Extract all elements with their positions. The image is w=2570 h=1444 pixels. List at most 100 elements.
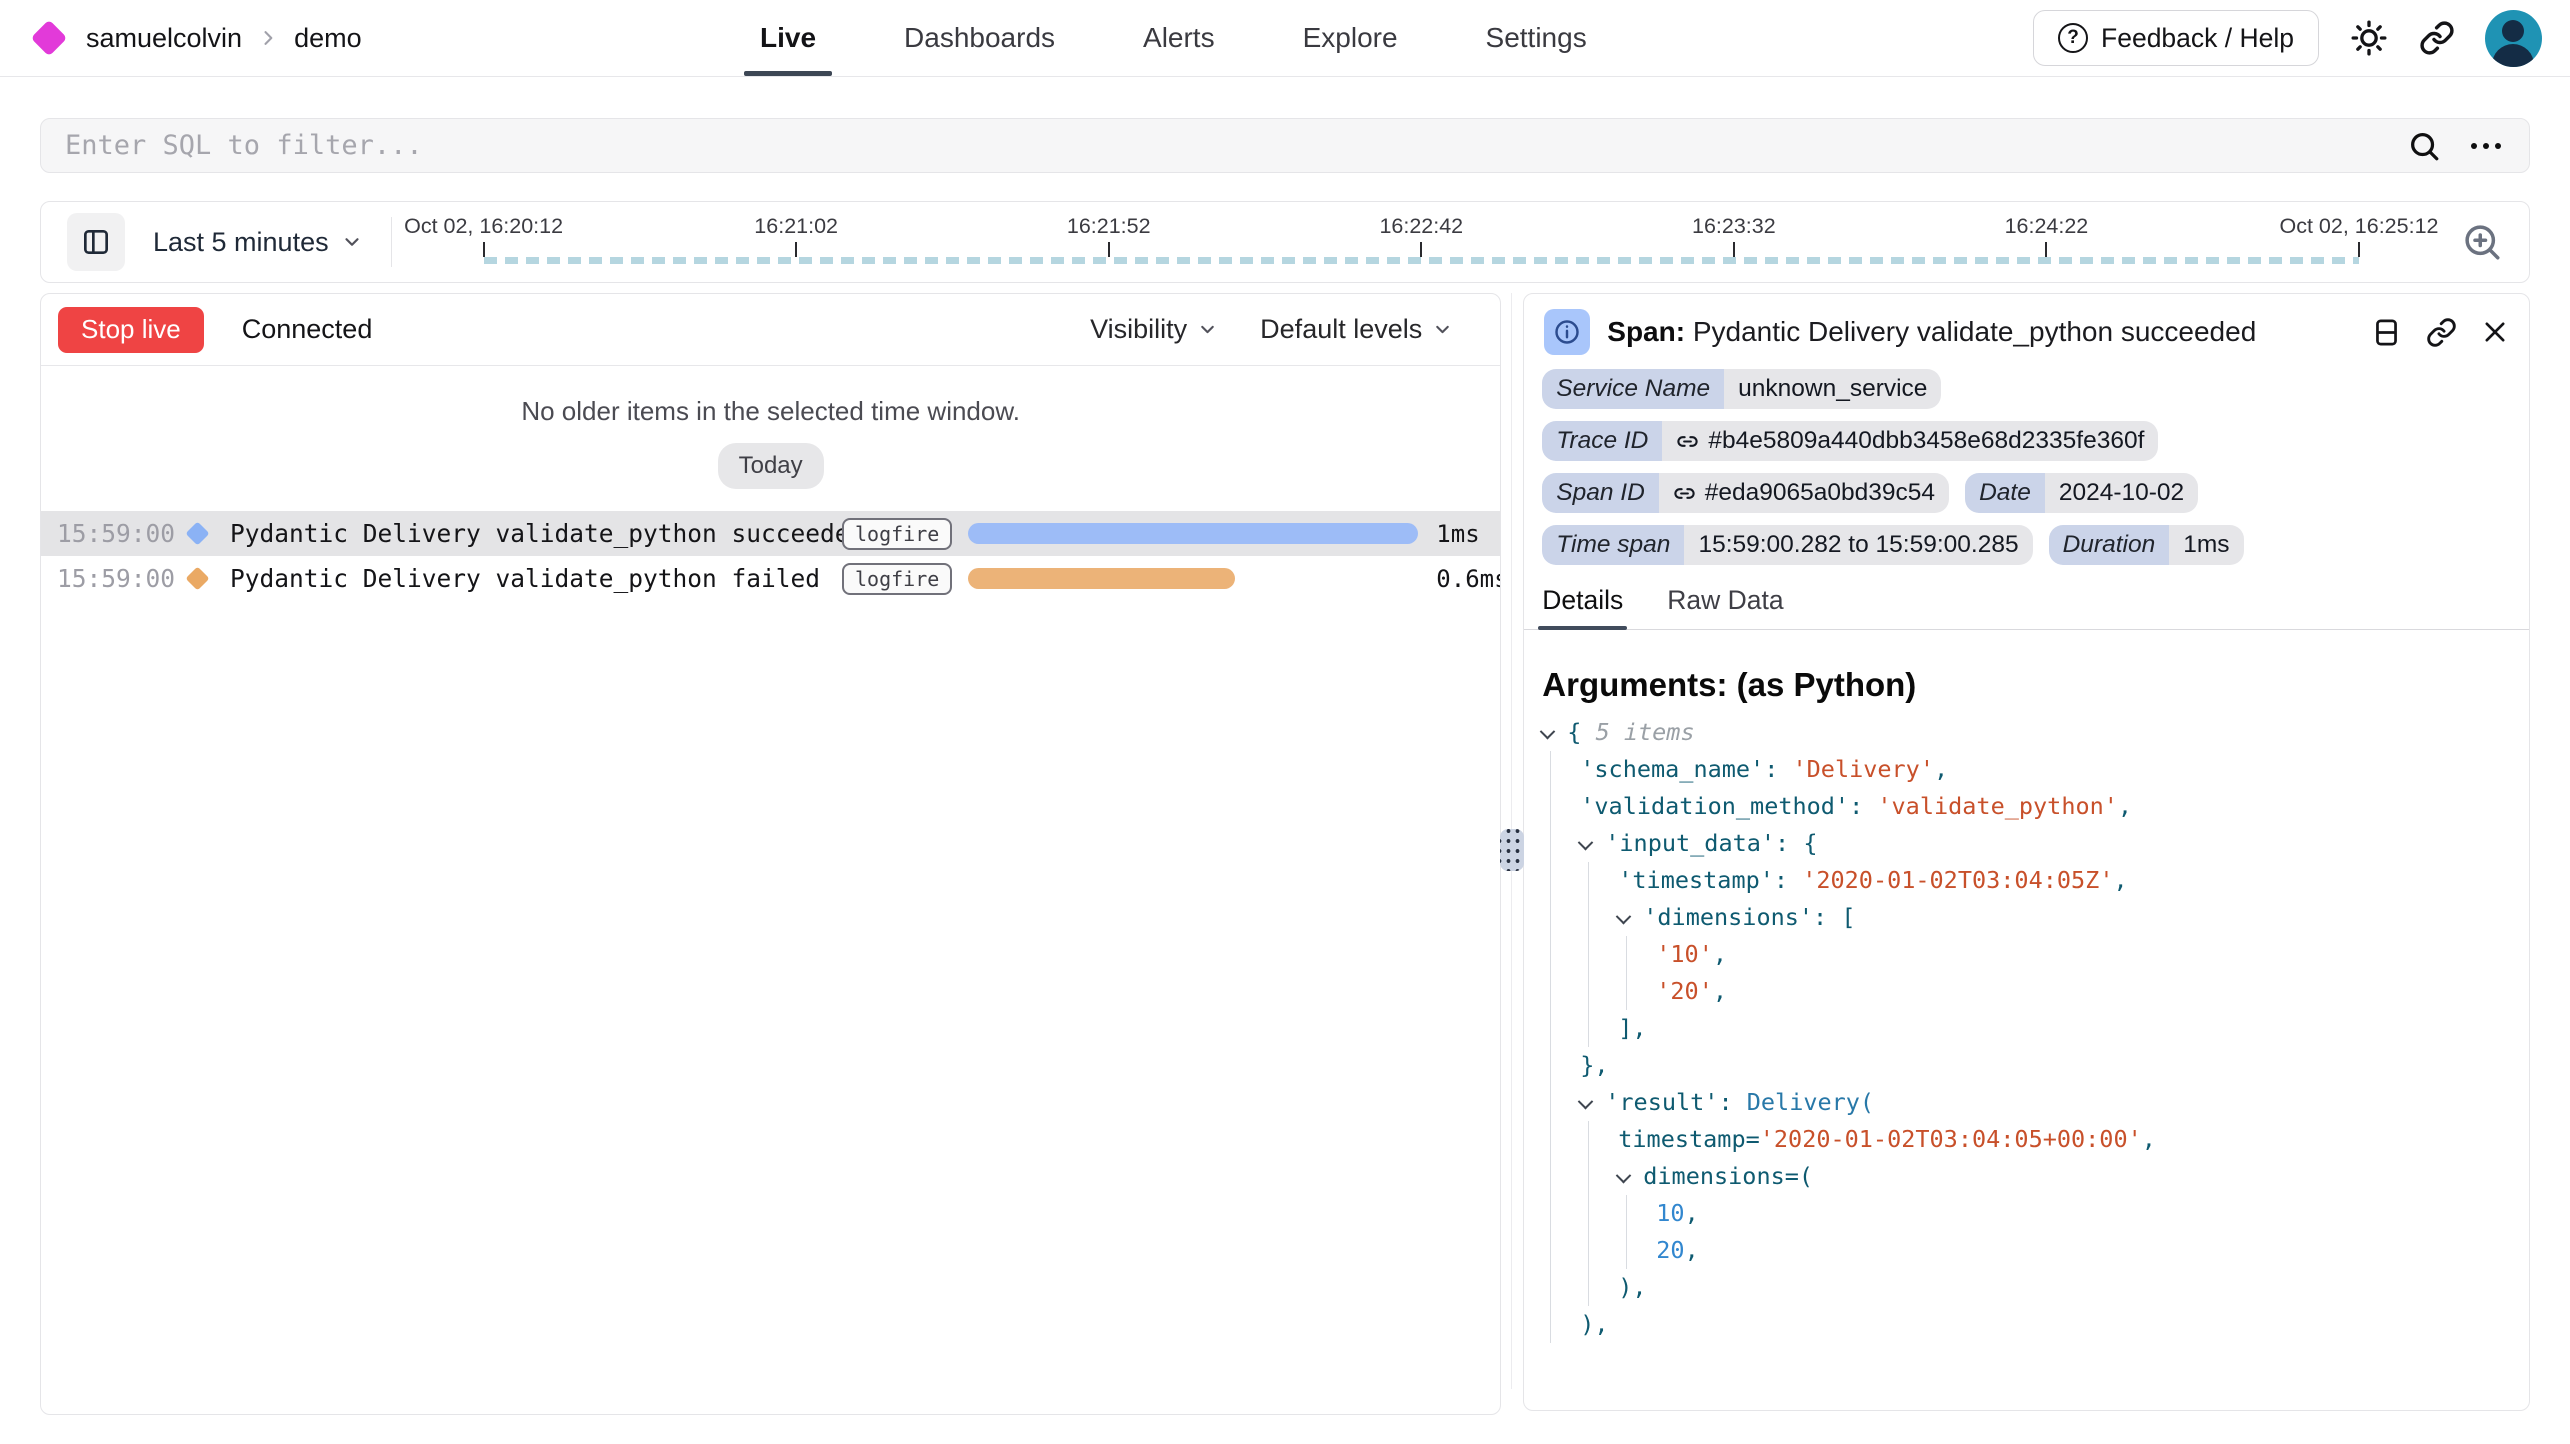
badge-value: 1ms — [2169, 525, 2243, 565]
span-detail-header: Span: Pydantic Delivery validate_python … — [1524, 294, 2529, 365]
link-icon[interactable] — [1676, 430, 1699, 453]
badge-label: Span ID — [1542, 473, 1659, 513]
copy-link-button[interactable] — [2426, 317, 2457, 348]
sun-icon — [2349, 18, 2389, 58]
timeline-tick — [1733, 242, 1735, 257]
link-icon — [2426, 317, 2457, 348]
log-row[interactable]: 15:59:00Pydantic Delivery validate_pytho… — [41, 511, 1500, 556]
badge-label: Date — [1965, 473, 2045, 513]
timeline-tick-label: 16:23:32 — [1692, 214, 1776, 239]
user-avatar[interactable] — [2485, 10, 2542, 67]
code-token: '20' — [1656, 977, 1713, 1005]
code-token: 'Delivery' — [1793, 755, 1934, 783]
badge-value-text: unknown_service — [1738, 375, 1927, 403]
empty-window-notice: No older items in the selected time wind… — [41, 396, 1500, 427]
zoom-in-button[interactable] — [2461, 221, 2503, 263]
tab-live[interactable]: Live — [760, 0, 816, 76]
search-icon[interactable] — [2407, 129, 2441, 163]
code-block-children: timestamp='2020-01-02T03:04:05+00:00',di… — [1588, 1121, 2511, 1306]
span-title: Span: Pydantic Delivery validate_python … — [1607, 316, 2256, 348]
logfire-logo-icon[interactable] — [31, 20, 68, 57]
visibility-dropdown[interactable]: Visibility — [1090, 314, 1218, 345]
span-kind-label: Span: — [1607, 316, 1685, 347]
code-token: , — [1685, 1236, 1699, 1264]
collapse-caret-icon[interactable] — [1616, 1168, 1632, 1184]
code-token: '10' — [1656, 940, 1713, 968]
breadcrumb-project[interactable]: demo — [294, 23, 362, 54]
code-line: 10, — [1656, 1195, 2511, 1232]
time-range-dropdown[interactable]: Last 5 minutes — [153, 227, 363, 258]
breadcrumb-org[interactable]: samuelcolvin — [86, 23, 242, 54]
tab-explore[interactable]: Explore — [1303, 0, 1398, 76]
live-panel-header: Stop live Connected Visibility Default l… — [41, 294, 1500, 366]
code-block-children: '10','20', — [1626, 936, 2511, 1010]
code-line: 'timestamp': '2020-01-02T03:04:05Z', — [1618, 862, 2511, 899]
code-token: , — [2142, 1125, 2156, 1153]
badge-value-text: 2024-10-02 — [2059, 479, 2184, 507]
badge-trace-id: Trace ID#b4e5809a440dbb3458e68d2335fe360… — [1542, 421, 2158, 461]
stop-live-button[interactable]: Stop live — [58, 307, 204, 353]
collapse-caret-icon[interactable] — [1540, 724, 1556, 740]
panel-left-icon — [80, 226, 112, 258]
code-token: 10 — [1656, 1199, 1684, 1227]
badge-label: Duration — [2049, 525, 2170, 565]
timeline[interactable]: Oct 02, 16:20:1216:21:0216:21:5216:22:42… — [402, 202, 2455, 282]
code-token: }, — [1580, 1051, 1608, 1079]
code-line: 'schema_name': 'Delivery', — [1580, 751, 2511, 788]
tab-details[interactable]: Details — [1542, 585, 1623, 629]
log-row[interactable]: 15:59:00Pydantic Delivery validate_pytho… — [41, 556, 1500, 601]
arguments-heading: Arguments: (as Python) — [1524, 666, 2529, 704]
default-levels-label: Default levels — [1260, 314, 1422, 345]
main-nav: Live Dashboards Alerts Explore Settings — [760, 0, 1587, 76]
connection-status: Connected — [242, 314, 373, 345]
log-timestamp: 15:59:00 — [57, 519, 175, 548]
code-line: 20, — [1656, 1232, 2511, 1269]
collapse-caret-icon[interactable] — [1578, 835, 1594, 851]
badge-span-id: Span ID#eda9065a0bd39c54 — [1542, 473, 1949, 513]
badge-row: Time span15:59:00.282 to 15:59:00.285Dur… — [1542, 525, 2511, 565]
collapse-caret-icon[interactable] — [1616, 909, 1632, 925]
code-line: timestamp='2020-01-02T03:04:05+00:00', — [1618, 1121, 2511, 1158]
link-icon[interactable] — [1673, 482, 1696, 505]
badge-row: Service Nameunknown_service — [1542, 369, 2511, 409]
span-detail-panel: Span: Pydantic Delivery validate_python … — [1523, 293, 2530, 1411]
timeline-tick — [483, 242, 485, 257]
breadcrumb-chevron-icon — [258, 28, 278, 48]
badge-value-text: 15:59:00.282 to 15:59:00.285 — [1698, 531, 2018, 559]
theme-toggle-button[interactable] — [2349, 18, 2389, 58]
code-token: 'dimensions': [ — [1643, 903, 1855, 931]
code-line: ), — [1580, 1306, 2511, 1343]
span-title-text: Pydantic Delivery validate_python succee… — [1693, 316, 2256, 347]
badge-value: 2024-10-02 — [2045, 473, 2198, 513]
code-token: '2020-01-02T03:04:05Z' — [1802, 866, 2113, 894]
feedback-help-button[interactable]: ? Feedback / Help — [2033, 10, 2319, 66]
share-link-button[interactable] — [2419, 20, 2455, 56]
tab-alerts[interactable]: Alerts — [1143, 0, 1215, 76]
reader-view-button[interactable] — [2371, 317, 2402, 348]
duration-bar-track — [968, 523, 1436, 544]
close-panel-button[interactable] — [2481, 318, 2509, 346]
chevron-down-icon — [1432, 319, 1453, 340]
sidebar-toggle-button[interactable] — [67, 213, 125, 271]
code-token: , — [1713, 940, 1727, 968]
more-options-icon[interactable] — [2471, 143, 2501, 149]
sql-filter-input[interactable] — [41, 130, 2407, 161]
panel-resize-handle[interactable] — [1500, 829, 1524, 871]
timeline-tick-label: 16:21:52 — [1067, 214, 1151, 239]
code-token: , — [1685, 1199, 1699, 1227]
code-line: { 5 items — [1542, 714, 2511, 751]
time-range-bar: Last 5 minutes Oct 02, 16:20:1216:21:021… — [40, 201, 2530, 283]
today-button[interactable]: Today — [718, 443, 824, 489]
tab-dashboards[interactable]: Dashboards — [904, 0, 1055, 76]
code-line: ], — [1618, 1010, 2511, 1047]
collapse-caret-icon[interactable] — [1578, 1094, 1594, 1110]
default-levels-dropdown[interactable]: Default levels — [1260, 314, 1453, 345]
timeline-tick — [2358, 242, 2360, 257]
timeline-tick-label: 16:22:42 — [1379, 214, 1463, 239]
tab-settings[interactable]: Settings — [1486, 0, 1587, 76]
badge-value: #eda9065a0bd39c54 — [1659, 473, 1949, 513]
log-message: Pydantic Delivery validate_python failed — [230, 564, 842, 593]
tab-raw-data[interactable]: Raw Data — [1667, 585, 1783, 629]
live-panel-body: No older items in the selected time wind… — [41, 396, 1500, 601]
span-metadata-badges: Service Nameunknown_service Trace ID#b4e5… — [1524, 365, 2529, 565]
